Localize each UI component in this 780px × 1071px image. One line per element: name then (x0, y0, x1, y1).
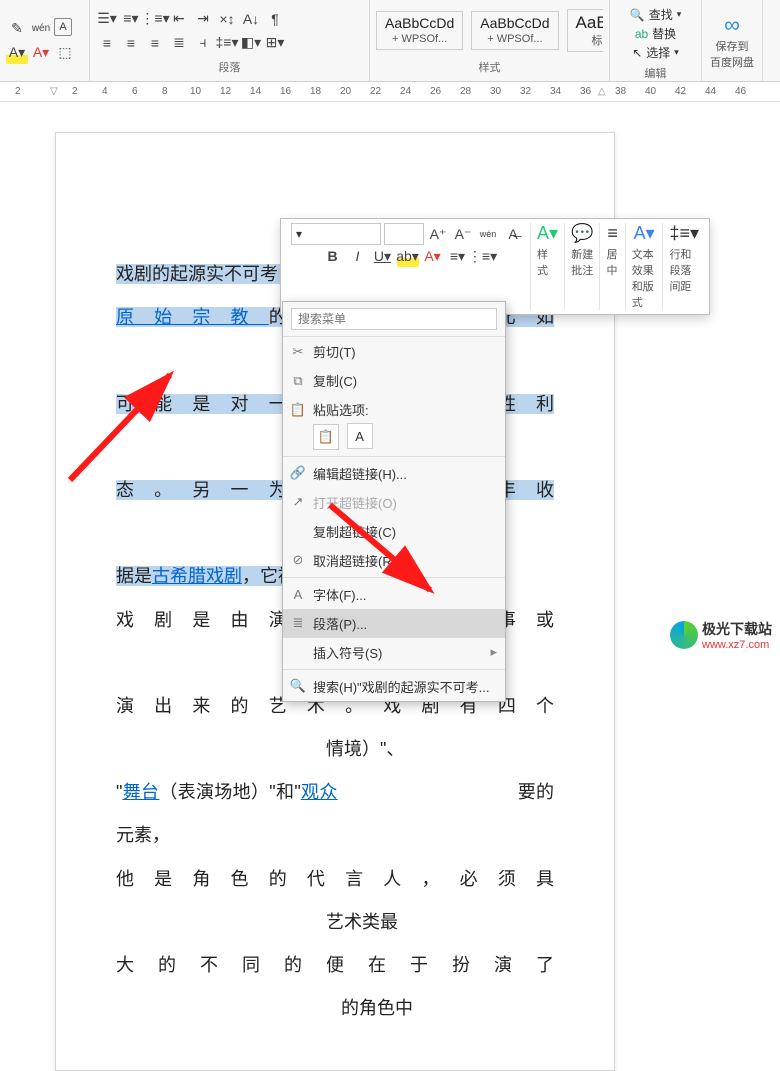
ribbon: ✎ wén A A▾ A▾ ⬚ ☰▾ ≡▾ ⋮≡▾ ⇤ ⇥ (0, 0, 780, 82)
paste-text-only-icon[interactable]: A (347, 423, 373, 449)
save-cloud-button[interactable]: ∞ 保存到 百度网盘 (702, 0, 763, 81)
font-combo[interactable]: ▾ (291, 223, 381, 245)
show-marks-icon[interactable]: ¶ (264, 8, 286, 30)
align-center-icon[interactable]: ≡ (120, 32, 142, 54)
grow-font-icon[interactable]: A⁺ (427, 223, 449, 245)
borders-icon[interactable]: ⊞▾ (264, 32, 286, 54)
search-doc-icon: 🔍 (289, 678, 307, 694)
line-spacing-icon[interactable]: ‡≡▾ (216, 32, 238, 54)
pinyin-icon[interactable]: wén (30, 18, 52, 40)
paragraph-group-label: 段落 (96, 57, 363, 77)
cursor-icon: ↖ (632, 46, 642, 60)
paragraph-icon: ≣ (289, 615, 307, 631)
replace-button[interactable]: ab替换 (635, 25, 676, 42)
link-religion[interactable]: 原始宗教 (116, 307, 269, 327)
unlink-icon: ⊘ (289, 552, 307, 568)
ctx-remove-hyperlink[interactable]: ⊘取消超链接(R) (283, 546, 505, 575)
paste-keep-source-icon[interactable]: 📋 (313, 424, 339, 450)
highlight-mini-icon[interactable]: ab▾ (397, 245, 419, 267)
distribute-icon[interactable]: ⫞ (192, 32, 214, 54)
paragraph-group: ☰▾ ≡▾ ⋮≡▾ ⇤ ⇥ ×↕ A↓ ¶ ≡ ≡ ≡ ≣ ⫞ ‡≡▾ ◧▾ (90, 0, 370, 81)
bullets-mini-icon[interactable]: ≡▾ (447, 245, 469, 267)
paste-icon: 📋 (289, 402, 307, 418)
ruler[interactable]: 2 ▽ 2 4 6 8 10 12 14 16 18 20 22 24 26 2… (0, 82, 780, 102)
watermark: 极光下载站 www.xz7.com (670, 619, 772, 651)
styles-group: AaBbCcDd + WPSOf... AaBbCcDd + WPSOf... … (370, 0, 610, 81)
line-spacing-button[interactable]: ‡≡▾ 行和段落间距 (663, 223, 705, 310)
char-border-icon[interactable]: A (54, 18, 72, 36)
replace-icon: ab (635, 27, 648, 41)
style-item-0[interactable]: AaBbCcDd + WPSOf... (376, 11, 463, 49)
text-effect-button[interactable]: A▾ 文本效果和版式 (626, 223, 664, 310)
sort-icon[interactable]: A↓ (240, 8, 262, 30)
font-icon: A (289, 587, 307, 602)
new-comment-button[interactable]: 💬 新建批注 (565, 223, 600, 310)
char-shading-icon[interactable]: ⬚ (54, 42, 76, 64)
ctx-open-hyperlink: ↗打开超链接(O) (283, 488, 505, 517)
justify-icon[interactable]: ≣ (168, 32, 190, 54)
find-button[interactable]: 🔍查找▾ (630, 6, 682, 23)
pinyin-mini-icon[interactable]: wén (477, 223, 499, 245)
link-greek-drama[interactable]: 古希腊戏剧 (152, 566, 242, 586)
style-button[interactable]: A▾ 样式 (531, 223, 565, 310)
format-painter-icon[interactable]: ✎ (6, 18, 28, 40)
ctx-edit-hyperlink[interactable]: 🔗编辑超链接(H)... (283, 459, 505, 488)
shading-icon[interactable]: ◧▾ (240, 32, 262, 54)
styles-group-label: 样式 (376, 57, 603, 77)
text-effect-icon: A▾ (634, 223, 655, 244)
chevron-right-icon: ▸ (490, 644, 497, 660)
multilevel-list-icon[interactable]: ⋮≡▾ (144, 8, 166, 30)
numbering-icon[interactable]: ≡▾ (120, 8, 142, 30)
bold-icon[interactable]: B (322, 245, 344, 267)
font-size-combo[interactable] (384, 223, 424, 245)
editing-group-label: 编辑 (616, 63, 695, 83)
copy-icon: ⧉ (289, 373, 307, 389)
italic-icon[interactable]: I (347, 245, 369, 267)
align-right-icon[interactable]: ≡ (144, 32, 166, 54)
font-color-mini-icon[interactable]: A▾ (422, 245, 444, 267)
shrink-font-icon[interactable]: A⁻ (452, 223, 474, 245)
style-item-1[interactable]: AaBbCcDd + WPSOf... (471, 11, 558, 49)
search-menu-input[interactable] (291, 308, 497, 330)
highlight-icon[interactable]: A▾ (6, 42, 28, 64)
font-tools-group: ✎ wén A A▾ A▾ ⬚ (0, 0, 90, 81)
text-direction-icon[interactable]: ×↕ (216, 8, 238, 30)
ctx-paragraph[interactable]: ≣段落(P)... (283, 609, 505, 638)
open-link-icon: ↗ (289, 494, 307, 510)
font-color-icon[interactable]: A▾ (30, 42, 52, 64)
style-item-2[interactable]: AaBbC 标题 (567, 9, 603, 51)
search-icon: 🔍 (630, 8, 645, 22)
select-button[interactable]: ↖选择▾ (632, 44, 679, 61)
ctx-paste-options: 📋粘贴选项: (283, 395, 505, 419)
align-center-mini-icon: ≡ (607, 223, 618, 244)
ctx-search-doc[interactable]: 🔍搜索(H)"戏剧的起源实不可考... (283, 672, 505, 701)
underline-icon[interactable]: U▾ (372, 245, 394, 267)
comment-icon: 💬 (571, 223, 593, 244)
clear-format-icon[interactable]: A̶ (502, 223, 524, 245)
ctx-font[interactable]: A字体(F)... (283, 580, 505, 609)
numbering-mini-icon[interactable]: ⋮≡▾ (472, 245, 494, 267)
context-menu: ✂剪切(T) ⧉复制(C) 📋粘贴选项: 📋 A 🔗编辑超链接(H)... ↗打… (282, 301, 506, 702)
link-stage[interactable]: 舞台 (122, 782, 159, 802)
paste-options-row: 📋 A (283, 419, 505, 454)
link-audience[interactable]: 观众 (301, 782, 338, 802)
decrease-indent-icon[interactable]: ⇤ (168, 8, 190, 30)
watermark-logo-icon (670, 621, 698, 649)
context-menu-search[interactable] (283, 302, 505, 337)
cloud-icon: ∞ (724, 12, 740, 38)
editing-group: 🔍查找▾ ab替换 ↖选择▾ 编辑 (610, 0, 702, 81)
bullets-icon[interactable]: ☰▾ (96, 8, 118, 30)
cut-icon: ✂ (289, 344, 307, 360)
ctx-copy[interactable]: ⧉复制(C) (283, 366, 505, 395)
link-icon: 🔗 (289, 465, 307, 481)
ctx-cut[interactable]: ✂剪切(T) (283, 337, 505, 366)
center-button[interactable]: ≡ 居中 (600, 223, 625, 310)
increase-indent-icon[interactable]: ⇥ (192, 8, 214, 30)
ctx-copy-hyperlink[interactable]: 复制超链接(C) (283, 517, 505, 546)
align-left-icon[interactable]: ≡ (96, 32, 118, 54)
spacing-icon: ‡≡▾ (669, 223, 699, 244)
style-icon: A▾ (537, 223, 558, 244)
ctx-insert-symbol[interactable]: 插入符号(S)▸ (283, 638, 505, 667)
